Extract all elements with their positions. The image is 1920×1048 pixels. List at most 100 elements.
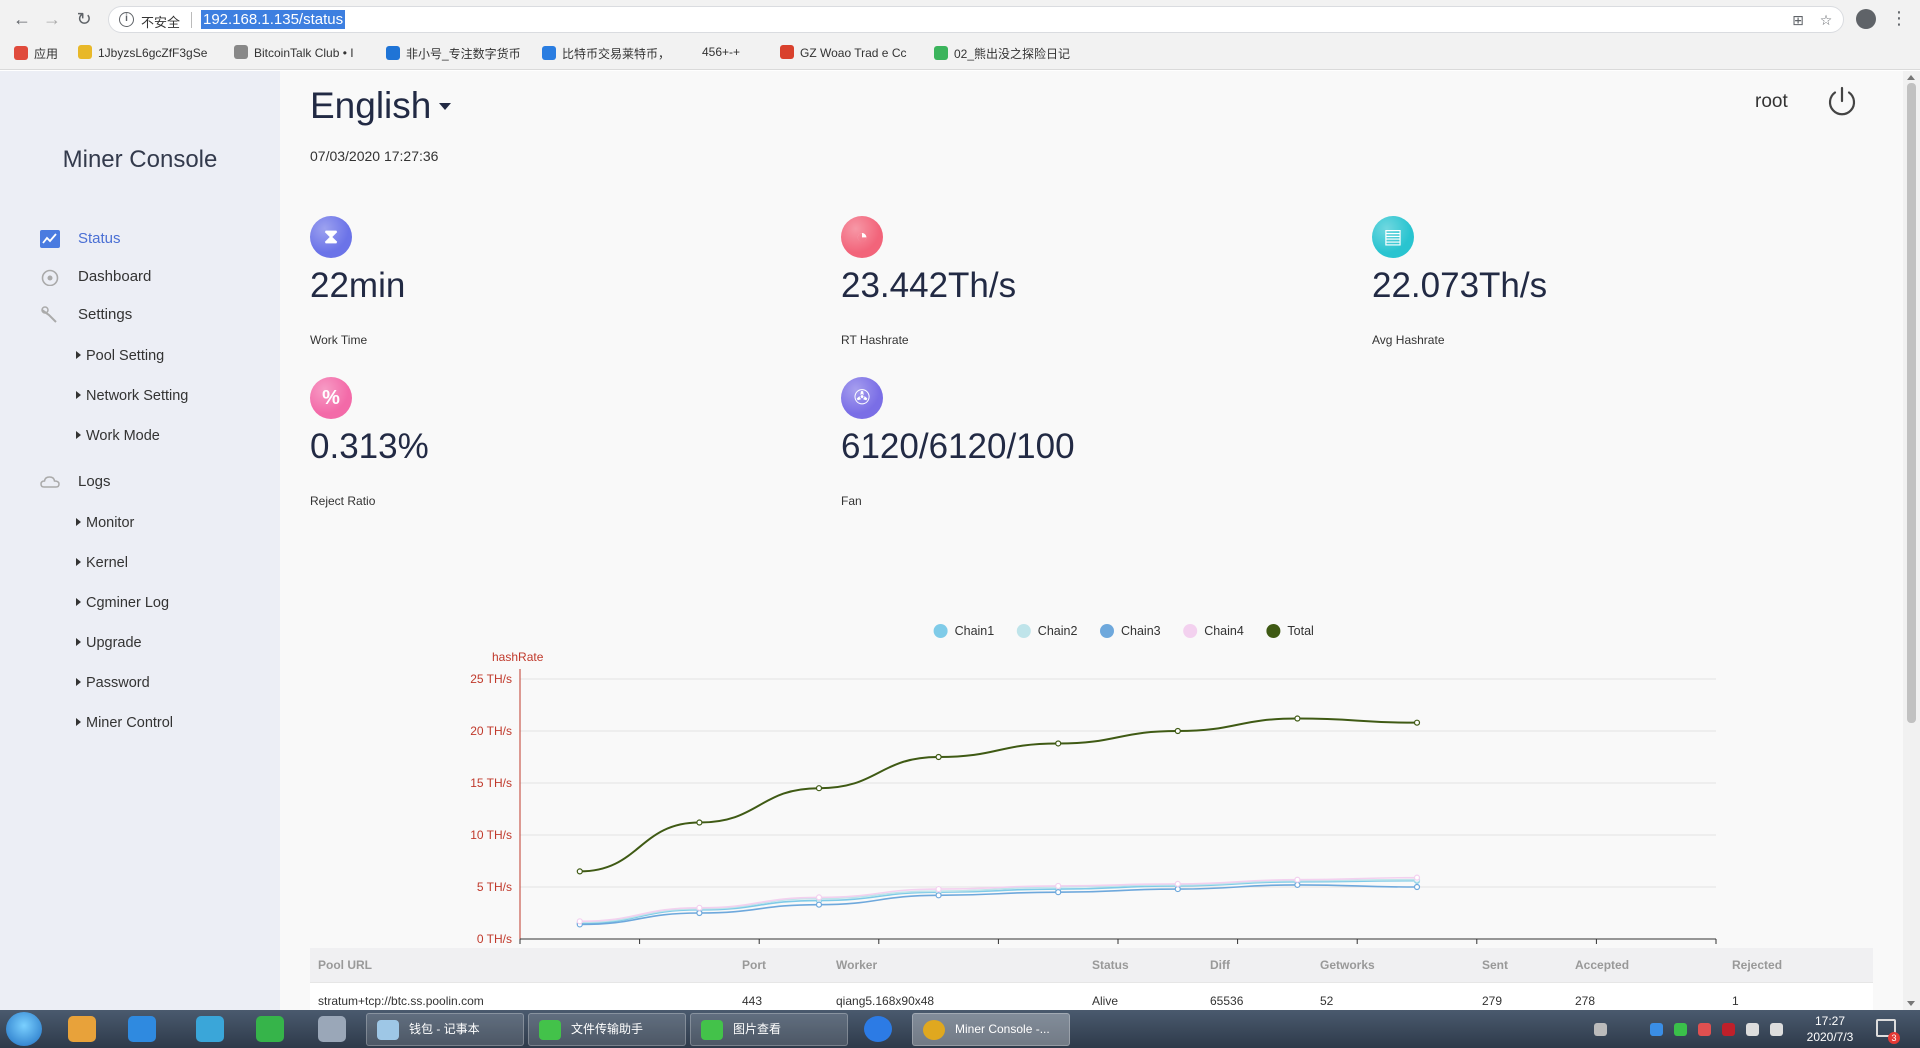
taskbar-task-image-viewer[interactable]: 图片查看 xyxy=(690,1013,848,1046)
bookmark-item[interactable]: BitcoinTalk Club • I xyxy=(234,45,354,60)
taskbar: 钱包 - 记事本 文件传输助手 图片查看 Miner Console -... … xyxy=(0,1010,1920,1048)
sidebar-subitem-kernel[interactable]: Kernel xyxy=(76,552,128,574)
stat-reject-ratio: % 0.313% Reject Ratio xyxy=(310,377,790,517)
stat-fan: ✇ 6120/6120/100 Fan xyxy=(841,377,1321,517)
pinned-app-icon[interactable] xyxy=(196,1016,224,1042)
status-icon xyxy=(40,230,60,248)
subitem-label: Miner Control xyxy=(86,715,174,731)
bookmark-item[interactable]: 02_熊出没之探险日记 xyxy=(934,45,1070,62)
y-tick-label: 25 TH/s xyxy=(470,672,512,686)
bookmark-item[interactable]: 456+-+ xyxy=(702,45,740,59)
omnibox-divider xyxy=(191,12,192,28)
stat-value: 22min xyxy=(310,266,406,305)
back-icon[interactable]: ← xyxy=(12,9,32,29)
legend-marker-total xyxy=(1266,624,1281,638)
stat-value: 23.442Th/s xyxy=(841,266,1017,305)
stat-value: 6120/6120/100 xyxy=(841,427,1075,466)
translate-icon[interactable]: ⊞ xyxy=(1789,11,1807,29)
ie-icon[interactable] xyxy=(128,1016,156,1042)
taskbar-task-chrome[interactable]: Miner Console -... xyxy=(912,1013,1070,1046)
legend-label: Chain1 xyxy=(955,624,995,638)
notification-badge: 3 xyxy=(1888,1032,1900,1044)
bookmark-apps[interactable]: 应用 xyxy=(14,45,58,62)
sidebar-item-label: Settings xyxy=(78,306,133,323)
subitem-label: Upgrade xyxy=(86,635,142,651)
wechat-icon xyxy=(539,1020,561,1040)
data-point-total xyxy=(1055,740,1062,747)
taskbar-clock[interactable]: 17:27 2020/7/3 xyxy=(1800,1013,1860,1045)
sidebar-subitem-miner-control[interactable]: Miner Control xyxy=(76,712,173,734)
sidebar-subitem-upgrade[interactable]: Upgrade xyxy=(76,632,142,654)
caret-right-icon xyxy=(76,518,81,526)
cell-diff: 65536 xyxy=(1210,994,1244,1008)
header-worker: Worker xyxy=(836,958,878,972)
scroll-up-icon[interactable] xyxy=(1907,75,1915,80)
stat-glyph: ◔ xyxy=(855,226,869,248)
stat-glyph: ⧗ xyxy=(323,226,339,248)
logs-icon xyxy=(40,476,60,488)
pinned-app-icon[interactable] xyxy=(318,1016,346,1042)
pinned-app-icon[interactable] xyxy=(256,1016,284,1042)
page-scrollbar[interactable] xyxy=(1903,71,1920,1010)
power-icon[interactable] xyxy=(1825,85,1859,119)
bookmark-item[interactable]: 1JbyzsL6gcZfF3gSe xyxy=(78,45,207,60)
pinned-app-icon[interactable] xyxy=(864,1016,892,1042)
bookmark-item[interactable]: 比特币交易莱特币， xyxy=(542,45,670,62)
taskbar-task-notepad[interactable]: 钱包 - 记事本 xyxy=(366,1013,524,1046)
address-bar[interactable]: i 不安全 192.168.1.135/status ⊞ ☆ xyxy=(108,6,1844,33)
subitem-label: Work Mode xyxy=(86,428,160,444)
tray-app-icon[interactable] xyxy=(1722,1023,1735,1036)
bookmark-item[interactable]: 非小号_专注数字货币 xyxy=(386,45,521,62)
settings-icon xyxy=(41,306,57,323)
info-icon[interactable]: i xyxy=(119,12,134,27)
legend-label: Chain4 xyxy=(1204,624,1244,638)
task-label: 图片查看 xyxy=(733,1022,782,1036)
taskbar-task-wechat[interactable]: 文件传输助手 xyxy=(528,1013,686,1046)
keyboard-icon[interactable] xyxy=(1594,1023,1607,1036)
cell-status: Alive xyxy=(1092,994,1119,1008)
sidebar-subitem-work-mode[interactable]: Work Mode xyxy=(76,425,160,447)
scroll-down-icon[interactable] xyxy=(1907,1001,1915,1006)
stat-avg-hashrate: ▤ 22.073Th/s Avg Hashrate xyxy=(1372,216,1852,356)
volume-icon[interactable] xyxy=(1746,1023,1759,1036)
sidebar-item-label: Status xyxy=(78,230,121,247)
clock-date: 2020/7/3 xyxy=(1806,1030,1854,1044)
data-point-chain4 xyxy=(815,894,823,901)
pinned-app-icon[interactable] xyxy=(68,1016,96,1042)
percent-icon: % xyxy=(310,377,352,419)
sidebar-subitem-network-setting[interactable]: Network Setting xyxy=(76,385,188,407)
language-dropdown[interactable]: English xyxy=(310,85,452,127)
forward-icon[interactable]: → xyxy=(42,9,62,29)
browser-menu-icon[interactable]: ⋮ xyxy=(1890,8,1908,29)
y-tick-label: 10 TH/s xyxy=(470,828,512,842)
sidebar-subitem-cgminer-log[interactable]: Cgminer Log xyxy=(76,592,169,614)
data-point-chain3 xyxy=(815,901,823,908)
caret-right-icon xyxy=(76,718,81,726)
bookmark-item[interactable]: GZ Woao Trad e Cc xyxy=(780,45,906,60)
data-point-chain3 xyxy=(1294,881,1301,889)
play-icon xyxy=(934,46,948,60)
shield-icon[interactable] xyxy=(1650,1023,1663,1036)
profile-icon[interactable] xyxy=(1856,9,1876,29)
start-button[interactable] xyxy=(6,1012,42,1046)
sidebar-subitem-pool-setting[interactable]: Pool Setting xyxy=(76,345,164,367)
scrollbar-thumb[interactable] xyxy=(1907,83,1916,723)
network-icon[interactable] xyxy=(1770,1023,1783,1036)
sidebar-subitem-monitor[interactable]: Monitor xyxy=(76,512,134,534)
y-tick-label: 15 TH/s xyxy=(470,776,512,790)
header-status: Status xyxy=(1092,958,1129,972)
y-tick-label: 0 TH/s xyxy=(477,932,512,946)
url-text[interactable]: 192.168.1.135/status xyxy=(201,10,346,29)
tray-app-icon[interactable] xyxy=(1698,1023,1711,1036)
bookmark-star-icon[interactable]: ☆ xyxy=(1817,11,1835,29)
caret-right-icon xyxy=(76,431,81,439)
header-diff: Diff xyxy=(1210,958,1230,972)
data-point-chain4 xyxy=(1174,880,1181,887)
sidebar-subitem-password[interactable]: Password xyxy=(76,672,150,694)
stat-glyph: % xyxy=(322,387,340,409)
user-name: root xyxy=(1755,91,1788,112)
tray-app-icon[interactable] xyxy=(1674,1023,1687,1036)
fan-icon: ✇ xyxy=(841,377,883,419)
reload-icon[interactable]: ↻ xyxy=(74,9,94,29)
stat-label: RT Hashrate xyxy=(841,333,909,347)
